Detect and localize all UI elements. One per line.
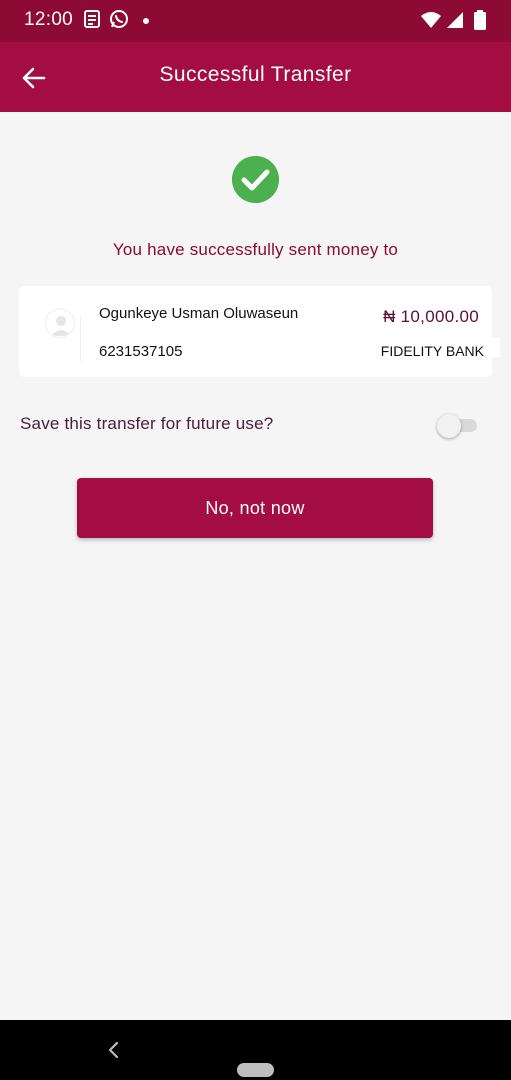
- recipient-bank: FIDELITY BANK: [380, 343, 484, 359]
- nav-back-icon[interactable]: [106, 1040, 120, 1060]
- user-avatar-icon: [45, 308, 75, 338]
- news-icon: [84, 10, 100, 28]
- recipient-card: Ogunkeye Usman Oluwaseun 6231537105 ₦ 10…: [19, 286, 500, 377]
- status-bar: 12:00: [0, 0, 511, 42]
- navigation-bar: [0, 1020, 511, 1080]
- success-message: You have successfully sent money to: [112, 240, 399, 259]
- avatar-divider: [80, 316, 81, 361]
- page-title: Successful Transfer: [159, 63, 352, 86]
- battery-icon: [474, 10, 486, 30]
- not-now-button[interactable]: No, not now: [77, 478, 433, 538]
- check-circle-icon: [232, 156, 279, 203]
- save-transfer-label: Save this transfer for future use?: [20, 414, 274, 433]
- toggle-knob: [437, 414, 461, 438]
- signal-icon: [447, 12, 463, 28]
- transfer-amount: ₦ 10,000.00: [383, 307, 479, 326]
- notification-dot-icon: [143, 18, 149, 24]
- recipient-name: Ogunkeye Usman Oluwaseun: [99, 305, 299, 322]
- app-bar: Successful Transfer: [0, 42, 511, 112]
- nav-home-pill[interactable]: [237, 1063, 274, 1077]
- recipient-account-number: 6231537105: [99, 343, 183, 360]
- whatsapp-icon: [110, 10, 128, 28]
- wifi-icon: [421, 12, 441, 28]
- save-transfer-toggle[interactable]: [437, 414, 477, 438]
- status-time: 12:00: [24, 9, 74, 30]
